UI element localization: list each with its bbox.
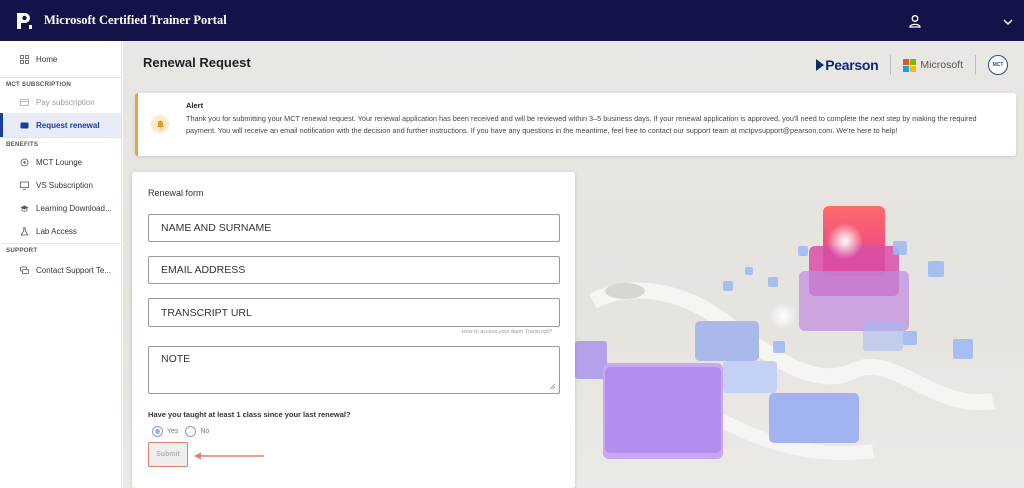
resize-handle-icon[interactable] [549, 383, 555, 389]
form-title: Renewal form [148, 188, 204, 198]
sidebar-item-vs-subscription[interactable]: VS Subscription [0, 174, 121, 197]
sidebar-item-request-renewal[interactable]: Request renewal [0, 113, 121, 137]
divider [890, 55, 892, 75]
sidebar-item-label: Contact Support Te... [36, 265, 112, 275]
flask-icon [20, 227, 29, 236]
alert-banner: Alert Thank you for submitting your MCT … [135, 93, 1016, 156]
radio-no-label: No [200, 428, 210, 435]
monitor-icon [20, 181, 29, 190]
sidebar-item-pay-subscription[interactable]: Pay subscription [0, 91, 121, 113]
main-content: Renewal Request Pearson Microsoft MCT Al… [123, 41, 1024, 488]
pearson-logo: Pearson [816, 57, 879, 73]
microsoft-logo: Microsoft [903, 58, 963, 72]
chevron-down-icon[interactable] [1002, 15, 1014, 27]
sidebar-item-mct-lounge[interactable]: MCT Lounge [0, 151, 121, 174]
sidebar-item-label: VS Subscription [36, 181, 93, 190]
microsoft-squares-icon [903, 58, 917, 72]
microsoft-label: Microsoft [920, 59, 963, 71]
graduation-cap-icon [20, 204, 29, 213]
sidebar-item-learning-download[interactable]: Learning Download... [0, 197, 121, 220]
sidebar-item-label: Home [36, 54, 58, 64]
sidebar-item-contact-support[interactable]: Contact Support Te... [0, 257, 121, 283]
sidebar-item-label: Pay subscription [36, 97, 95, 107]
divider [975, 55, 976, 75]
bell-icon [151, 115, 169, 133]
sidebar-item-label: Lab Access [36, 227, 77, 236]
renewal-form-card: Renewal form NAME AND SURNAME EMAIL ADDR… [132, 172, 575, 488]
radio-yes-label: Yes [167, 428, 179, 435]
sidebar-item-lab-access[interactable]: Lab Access [0, 220, 121, 243]
alert-title: Alert [186, 101, 204, 110]
lounge-icon [20, 158, 29, 167]
sidebar-section-support: SUPPORT [0, 243, 121, 257]
page-title: Renewal Request [143, 55, 251, 70]
taught-class-question: Have you taught at least 1 class since y… [148, 410, 351, 419]
sidebar-item-label: MCT Lounge [36, 158, 83, 167]
app-title: Microsoft Certified Trainer Portal [44, 13, 227, 27]
chat-icon [20, 266, 29, 275]
sidebar-section-mct: MCT SUBSCRIPTION [0, 77, 121, 91]
transcript-url-field[interactable]: TRANSCRIPT URL [148, 298, 560, 327]
transcript-help-link[interactable]: How to access your learn Transcript? [462, 329, 552, 335]
note-label: NOTE [161, 353, 191, 365]
arrow-pointer-icon [194, 452, 264, 460]
submit-button[interactable]: Submit [148, 442, 188, 467]
alert-message: Thank you for submitting your MCT renewa… [186, 114, 977, 135]
note-field[interactable]: NOTE [148, 346, 560, 394]
pearson-label: Pearson [825, 57, 879, 73]
partner-logos: Pearson Microsoft MCT [816, 53, 1008, 77]
radio-yes[interactable] [152, 426, 163, 437]
sidebar-section-benefits: BENEFITS [0, 137, 121, 151]
renewal-icon [20, 121, 29, 130]
mct-badge-icon: MCT [988, 55, 1008, 75]
top-bar: Microsoft Certified Trainer Portal [0, 0, 1024, 41]
sidebar-item-home[interactable]: Home [0, 41, 121, 77]
sidebar-item-label: Learning Download... [36, 204, 112, 213]
pearson-logo-icon[interactable] [14, 11, 34, 31]
user-icon[interactable] [908, 14, 922, 28]
decorative-illustration [571, 161, 1024, 488]
name-field[interactable]: NAME AND SURNAME [148, 214, 560, 242]
taught-class-radio-group: Yes No [152, 426, 216, 437]
sidebar-item-label: Request renewal [36, 120, 100, 130]
email-field[interactable]: EMAIL ADDRESS [148, 256, 560, 284]
grid-icon [20, 54, 29, 64]
sidebar: Home MCT SUBSCRIPTION Pay subscription R… [0, 41, 122, 488]
card-icon [20, 98, 29, 107]
radio-no[interactable] [185, 426, 197, 437]
